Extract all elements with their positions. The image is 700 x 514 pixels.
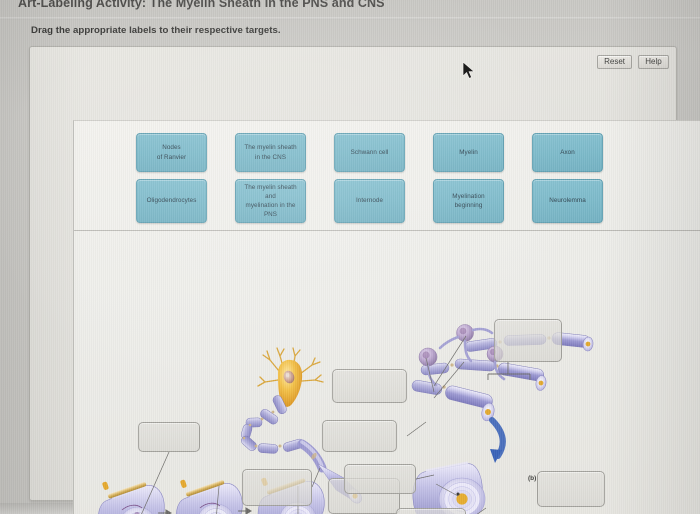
drop-target-9[interactable] [494, 319, 562, 362]
label-tile-myelin-sheath-pns[interactable]: The myelin sheath and myelination in the… [235, 179, 306, 223]
help-button[interactable]: Help [638, 55, 669, 69]
label-tile-internode[interactable]: Internode [334, 179, 405, 223]
page-title: Art-Labeling Activity: The Myelin Sheath… [18, 0, 385, 10]
neuron-axon-myelinated [240, 395, 305, 454]
label-bank: Nodes of Ranvier The myelin sheath in th… [74, 121, 700, 231]
drop-target-7[interactable] [344, 464, 416, 494]
schwann-cell-stage-2 [175, 479, 243, 514]
drop-target-8[interactable] [396, 508, 466, 514]
drop-target-6[interactable] [322, 420, 397, 452]
instruction-text: Drag the appropriate labels to their res… [31, 25, 281, 36]
myelin-cross-section [412, 461, 486, 514]
label-bank-row-1: Nodes of Ranvier The myelin sheath in th… [74, 133, 700, 172]
label-tile-myelin-sheath-cns[interactable]: The myelin sheath in the CNS [235, 133, 306, 172]
screenshot-root: Art-Labeling Activity: The Myelin Sheath… [0, 0, 700, 514]
reset-button[interactable]: Reset [597, 55, 632, 69]
label-bank-row-2: Oligodendrocytes The myelin sheath and m… [74, 179, 700, 223]
zoom-arrow [489, 417, 506, 463]
label-tile-oligodendrocytes[interactable]: Oligodendrocytes [136, 179, 207, 223]
label-tile-myelin[interactable]: Myelin [433, 133, 504, 172]
activity-panel: Reset Help Nodes of Ranvier The myelin s… [29, 46, 700, 514]
drop-target-5[interactable] [332, 369, 407, 403]
label-tile-neurolemma[interactable]: Neurolemma [532, 179, 603, 223]
activity-work-area: Nodes of Ranvier The myelin sheath in th… [73, 120, 700, 514]
schwann-cell-stage-1 [98, 481, 165, 514]
label-tile-myelination-beginning[interactable]: Myelination beginning [433, 179, 504, 223]
label-tile-axon[interactable]: Axon [532, 133, 603, 172]
drop-target-2[interactable] [242, 469, 312, 506]
neuron-cell-body [257, 347, 324, 407]
diagram-area: (a) (b) [74, 232, 700, 514]
surface-band-top [0, 17, 700, 20]
label-tile-nodes-of-ranvier[interactable]: Nodes of Ranvier [136, 133, 207, 172]
drop-target-10[interactable] [537, 471, 605, 507]
label-tile-schwann-cell[interactable]: Schwann cell [334, 133, 405, 172]
figure-marker-b: (b) [528, 475, 537, 482]
panel-button-group: Reset Help [597, 55, 669, 69]
drop-target-1[interactable] [138, 422, 200, 452]
